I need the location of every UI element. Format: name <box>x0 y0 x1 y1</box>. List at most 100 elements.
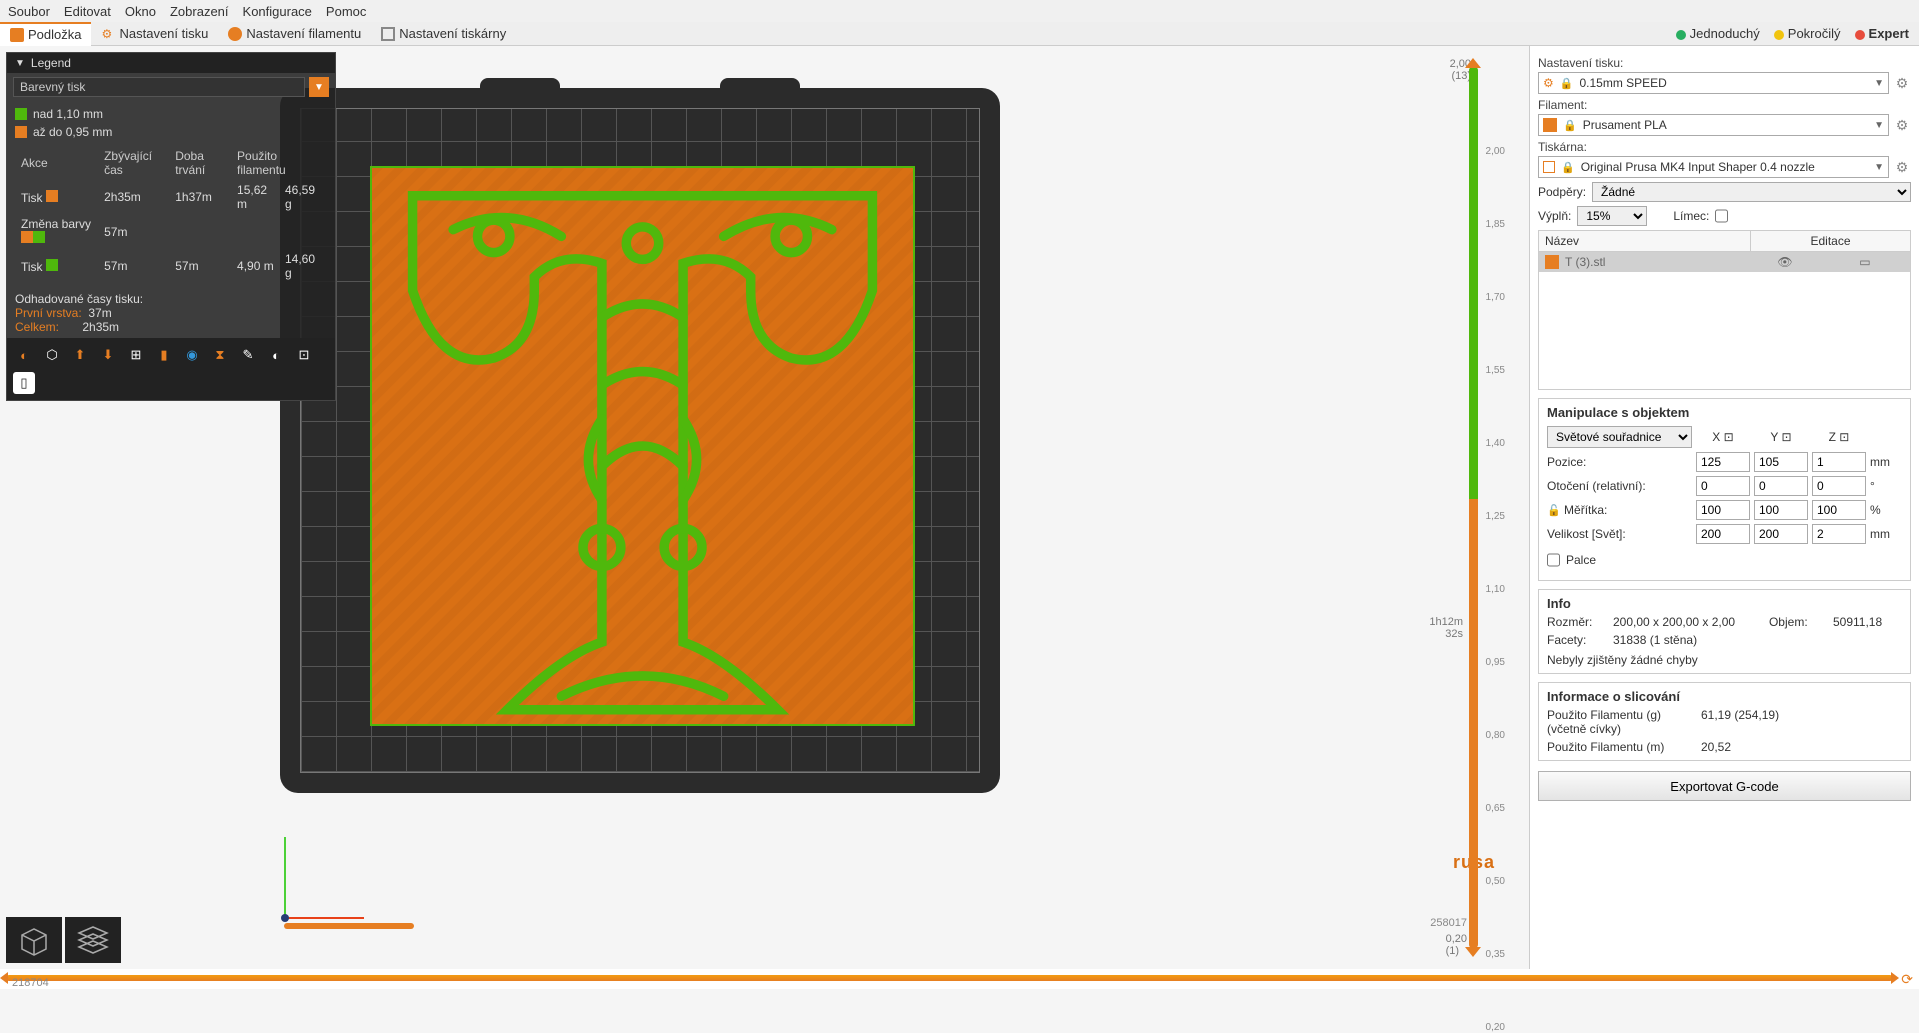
layer-tick: 2,00 <box>1486 146 1505 157</box>
manip-input[interactable] <box>1754 524 1808 544</box>
printer-icon <box>1543 161 1555 173</box>
plater-icon <box>10 28 24 42</box>
manip-input[interactable] <box>1696 476 1750 496</box>
layer-top-readout: 2,00(13) <box>1450 58 1471 82</box>
object-row[interactable]: T (3).stl 👁 ▭ <box>1539 252 1910 272</box>
brim-checkbox[interactable] <box>1715 206 1728 226</box>
layer-tick: 1,55 <box>1486 365 1505 376</box>
layer-tick: 0,65 <box>1486 803 1505 814</box>
dropdown-toggle[interactable]: ▼ <box>309 77 329 97</box>
supports-select[interactable]: Žádné <box>1592 182 1911 202</box>
edit-preset-button[interactable]: ⚙ <box>1893 74 1911 92</box>
tab-filament-settings[interactable]: Nastavení filamentu <box>218 22 371 46</box>
color-swatch-icon <box>46 190 58 202</box>
print-preset-select[interactable]: ⚙ 🔒 0.15mm SPEED ▼ <box>1538 72 1889 94</box>
manip-input[interactable] <box>1812 524 1866 544</box>
manip-input[interactable] <box>1812 500 1866 520</box>
export-gcode-button[interactable]: Exportovat G-code <box>1538 771 1911 801</box>
mode-simple[interactable]: Jednoduchý <box>1676 26 1760 41</box>
menu-view[interactable]: Zobrazení <box>170 4 229 19</box>
feature-up-icon[interactable]: ⬆ <box>69 344 91 366</box>
mode-advanced[interactable]: Pokročilý <box>1774 26 1841 41</box>
tab-bar: Podložka ⚙ Nastavení tisku Nastavení fil… <box>0 22 1919 46</box>
origin-icon <box>281 914 289 922</box>
manip-input[interactable] <box>1696 500 1750 520</box>
slicing-info-panel: Informace o slicování Použito Filamentu … <box>1538 682 1911 761</box>
editable-icon[interactable]: ▭ <box>1859 255 1870 269</box>
manip-row: Pozice:mm <box>1547 452 1902 472</box>
feature-shells-icon[interactable]: ▯ <box>13 372 35 394</box>
feature-shell-icon[interactable]: ⬡ <box>41 344 63 366</box>
inches-checkbox[interactable] <box>1547 550 1560 570</box>
tab-plater[interactable]: Podložka <box>0 22 91 46</box>
manip-input[interactable] <box>1812 476 1866 496</box>
coord-mode-select[interactable]: Světové souřadnice <box>1547 426 1692 448</box>
slider-thumb-bottom-icon[interactable] <box>1465 947 1481 957</box>
visibility-icon[interactable]: 👁 <box>1777 255 1792 269</box>
tab-printer-settings[interactable]: Nastavení tiskárny <box>371 22 516 46</box>
viewport-3d[interactable]: rusa 258017 ▼ Legend ▼ nad 1,10 mm <box>0 46 1529 969</box>
manip-input[interactable] <box>1754 500 1808 520</box>
mode-expert[interactable]: Expert <box>1855 26 1909 41</box>
manip-row: Velikost [Svět]:mm <box>1547 524 1902 544</box>
unit-label: ° <box>1870 479 1898 493</box>
lock-icon[interactable]: 🔓 <box>1547 505 1561 517</box>
manip-input[interactable] <box>1754 476 1808 496</box>
feature-down-icon[interactable]: ⬇ <box>97 344 119 366</box>
collapse-icon: ▼ <box>15 58 25 69</box>
menu-help[interactable]: Pomoc <box>326 4 366 19</box>
manip-row-label: Otočení (relativní): <box>1547 479 1692 493</box>
view-3d-button[interactable] <box>6 917 62 963</box>
legend-item: nad 1,10 mm <box>15 105 327 123</box>
mode-switcher: Jednoduchý Pokročilý Expert <box>1676 26 1919 41</box>
feature-time-icon[interactable]: ⧗ <box>209 344 231 366</box>
reload-icon[interactable]: ⟳ <box>1901 971 1913 988</box>
legend-view-dropdown[interactable] <box>13 77 305 97</box>
edit-filament-button[interactable]: ⚙ <box>1893 116 1911 134</box>
color-swatch-icon <box>15 126 27 138</box>
menu-config[interactable]: Konfigurace <box>243 4 312 19</box>
slider-segment-orange <box>1469 499 1478 949</box>
horizontal-slider[interactable]: 218704 ⟳ <box>0 969 1919 989</box>
menu-edit[interactable]: Editovat <box>64 4 111 19</box>
menu-window[interactable]: Okno <box>125 4 156 19</box>
manip-input[interactable] <box>1812 452 1866 472</box>
manip-input[interactable] <box>1696 524 1750 544</box>
printer-preset-select[interactable]: 🔒 Original Prusa MK4 Input Shaper 0.4 no… <box>1538 156 1889 178</box>
layer-slider[interactable]: 2,00(13) 1h12m32s 0,20(1) 2,001,851,701,… <box>1447 56 1505 959</box>
tab-print-settings[interactable]: ⚙ Nastavení tisku <box>91 22 218 46</box>
feature-infill-icon[interactable]: ⊞ <box>125 344 147 366</box>
slider-segment-green <box>1469 66 1478 499</box>
feature-solid-icon[interactable]: ▮ <box>153 344 175 366</box>
infill-select[interactable]: 15% <box>1577 206 1647 226</box>
gear-icon: ⚙ <box>101 27 115 41</box>
lock-icon: 🔒 <box>1561 161 1575 174</box>
print-preset-label: Nastavení tisku: <box>1538 56 1911 70</box>
sliced-model[interactable] <box>370 166 915 726</box>
feature-ironing-icon[interactable]: ◉ <box>181 344 203 366</box>
manip-row-label: 🔓 Měřítka: <box>1547 503 1692 517</box>
axis-x-header: X ⊡ <box>1696 430 1750 444</box>
object-color-swatch <box>1545 255 1559 269</box>
manip-input[interactable] <box>1696 452 1750 472</box>
edit-printer-button[interactable]: ⚙ <box>1893 158 1911 176</box>
menu-file[interactable]: Soubor <box>8 4 50 19</box>
right-panel: Nastavení tisku: ⚙ 🔒 0.15mm SPEED ▼ ⚙ Fi… <box>1529 46 1919 969</box>
feature-wireframe-icon[interactable]: ⊡ <box>293 344 315 366</box>
filament-preset-select[interactable]: 🔒 Prusament PLA ▼ <box>1538 114 1889 136</box>
layer-tick: 1,70 <box>1486 292 1505 303</box>
unit-label: % <box>1870 503 1898 517</box>
feature-retract-icon[interactable]: ◐ <box>265 344 287 366</box>
feature-perimeter-icon[interactable]: ◐ <box>13 344 35 366</box>
info-errors: Nebyly zjištěny žádné chyby <box>1547 653 1902 667</box>
manip-row: 🔓 Měřítka:% <box>1547 500 1902 520</box>
filament-color-swatch[interactable] <box>1543 118 1557 132</box>
slider-track[interactable] <box>6 975 1893 981</box>
unit-label: mm <box>1870 455 1898 469</box>
manip-input[interactable] <box>1754 452 1808 472</box>
legend-header[interactable]: ▼ Legend <box>7 53 335 73</box>
supports-label: Podpěry: <box>1538 185 1586 199</box>
feature-wipe-icon[interactable]: ✎ <box>237 344 259 366</box>
view-layers-button[interactable] <box>65 917 121 963</box>
object-list: Název Editace T (3).stl 👁 ▭ <box>1538 230 1911 390</box>
